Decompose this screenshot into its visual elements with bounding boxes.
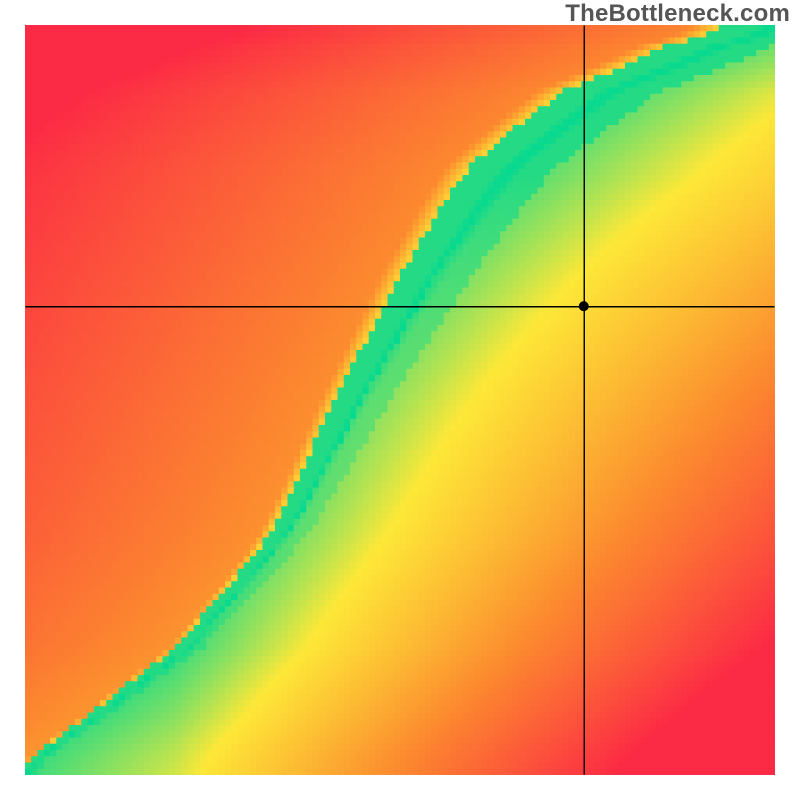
crosshair-overlay xyxy=(25,25,775,775)
bottleneck-heatmap xyxy=(25,25,775,775)
page-root: TheBottleneck.com xyxy=(0,0,800,800)
watermark-text: TheBottleneck.com xyxy=(565,0,790,28)
